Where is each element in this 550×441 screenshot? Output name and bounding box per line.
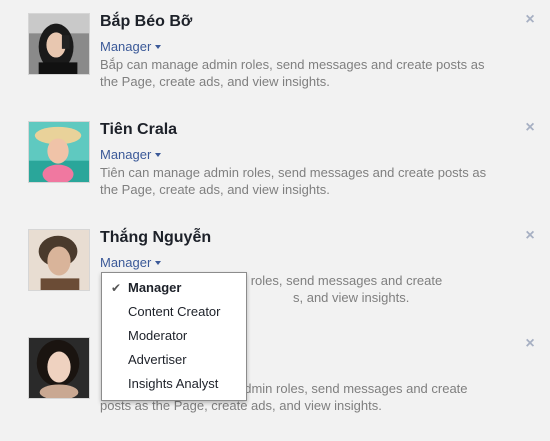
close-icon[interactable]: ×: [523, 12, 537, 28]
avatar-image: [29, 338, 89, 398]
caret-down-icon: [155, 152, 162, 157]
menu-item-manager[interactable]: ✔ Manager: [102, 276, 246, 300]
menu-item-label: Advertiser: [128, 352, 187, 367]
menu-item-label: Moderator: [128, 328, 188, 343]
close-icon[interactable]: ×: [523, 120, 537, 136]
admin-row-4: Manager admin roles, send messages and c…: [0, 324, 550, 424]
avatar[interactable]: [28, 337, 90, 399]
role-dropdown[interactable]: Manager: [100, 39, 162, 54]
admin-name[interactable]: Bắp Béo Bỡ: [100, 13, 192, 31]
role-label: Manager: [100, 147, 152, 162]
caret-down-icon: [155, 260, 162, 265]
close-icon[interactable]: ×: [523, 228, 537, 244]
menu-item-label: Content Creator: [128, 304, 221, 319]
menu-item-label: Manager: [128, 280, 182, 295]
avatar-image: [29, 14, 89, 74]
close-icon[interactable]: ×: [523, 336, 537, 352]
admin-row-3: Thắng Nguyễn Manager in roles, send mess…: [0, 216, 550, 316]
admin-name[interactable]: Tiên Crala: [100, 121, 177, 139]
role-description: Tiên can manage admin roles, send messag…: [100, 165, 487, 197]
admin-row-2: Tiên Crala Manager Tiên can manage admin…: [0, 108, 550, 208]
avatar-image: [29, 122, 89, 182]
admin-row-1: Bắp Béo Bỡ Manager Bắp can manage admin …: [0, 0, 550, 100]
role-label: Manager: [100, 39, 152, 54]
avatar[interactable]: [28, 121, 90, 183]
checkmark-icon: ✔: [111, 281, 122, 295]
caret-down-icon: [155, 44, 162, 49]
menu-item-insights-analyst[interactable]: Insights Analyst: [102, 372, 246, 396]
menu-item-label: Insights Analyst: [128, 376, 219, 391]
admin-name[interactable]: Thắng Nguyễn: [100, 229, 211, 247]
role-dropdown-menu: ✔ Manager Content Creator Moderator Adve…: [101, 272, 247, 401]
menu-item-advertiser[interactable]: Advertiser: [102, 348, 246, 372]
menu-item-content-creator[interactable]: Content Creator: [102, 300, 246, 324]
role-label: Manager: [100, 255, 152, 270]
avatar[interactable]: [28, 13, 90, 75]
role-dropdown[interactable]: Manager: [100, 255, 162, 270]
avatar[interactable]: [28, 229, 90, 291]
avatar-image: [29, 230, 89, 290]
menu-item-moderator[interactable]: Moderator: [102, 324, 246, 348]
role-dropdown[interactable]: Manager: [100, 147, 162, 162]
role-description: Bắp can manage admin roles, send message…: [100, 57, 485, 89]
